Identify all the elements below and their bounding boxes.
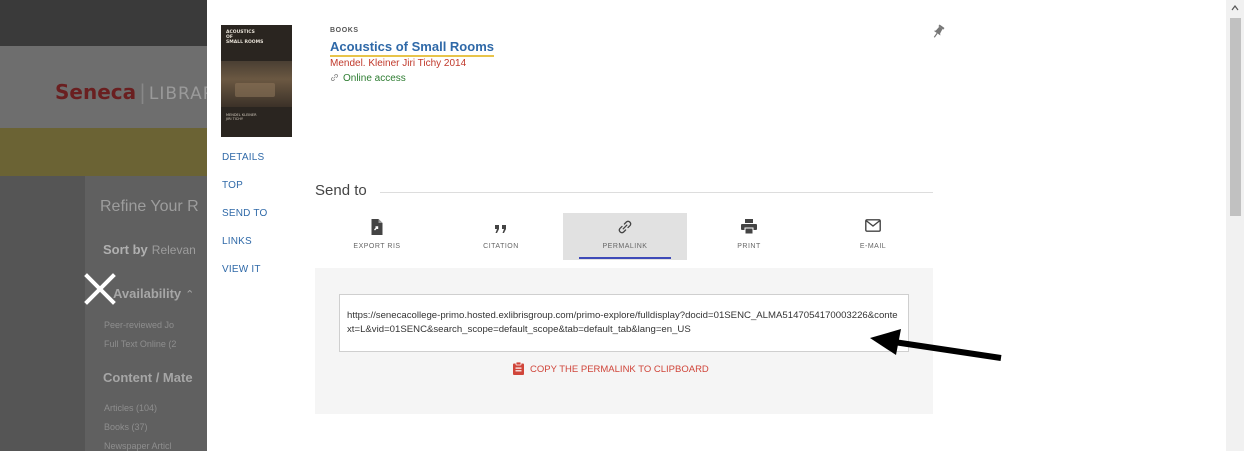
scrollbar-thumb[interactable] [1230,18,1241,216]
logo-library: LIBRARI [148,84,207,104]
cover-authors: MENDEL KLEINER JIRI TICHY [226,113,257,121]
record-title[interactable]: Acoustics of Small Rooms [330,39,494,57]
background-top-bar [0,0,207,46]
clipboard-icon [513,361,524,378]
link-icon [330,73,339,85]
tab-citation[interactable]: CITATION [439,213,563,260]
facet-item: Peer-reviewed Jo [104,320,175,330]
logo-brand: Seneca [55,80,137,104]
close-icon[interactable] [82,271,118,307]
export-ris-icon [371,219,384,240]
logo-separator: | [139,80,146,104]
tab-label: EXPORT RIS [353,243,401,250]
background-search-bar [0,128,207,176]
sort-by: Sort by Relevan [103,242,196,257]
online-access-link[interactable]: Online access [330,73,406,85]
copy-permalink-button[interactable]: COPY THE PERMALINK TO CLIPBOARD [513,361,709,378]
printer-icon [741,219,757,239]
availability-label: Availability [113,286,182,301]
record-author: Mendel. Kleiner Jiri Tichy 2014 [330,58,467,69]
tab-export-ris[interactable]: EXPORT RIS [315,213,439,260]
tab-label: CITATION [483,243,519,250]
availability-heading: Availability ⌃ [113,286,194,301]
tab-print[interactable]: PRINT [687,213,811,260]
tab-email[interactable]: E-MAIL [811,213,935,260]
tab-label: E-MAIL [859,243,887,250]
cover-image [221,61,292,107]
background-overlay: Seneca|LIBRARI Refine Your R Sort byRele… [0,0,207,451]
tab-label: PERMALINK [602,243,648,250]
cover-title: ACOUSTICS OF SMALL ROOMS [226,30,264,45]
nav-send-to[interactable]: SEND TO [222,208,268,219]
arrow-annotation [870,329,1002,361]
nav-view-it[interactable]: VIEW IT [222,264,261,275]
facet-item: Full Text Online (2 [104,339,177,349]
nav-details[interactable]: DETAILS [222,152,264,163]
send-to-heading: Send to [315,182,367,199]
facet-item: Newspaper Articl [104,441,172,451]
envelope-icon [865,219,881,237]
facet-item: Books (37) [104,422,148,432]
record-type: BOOKS [330,27,359,34]
active-tab-indicator [579,257,671,259]
send-to-divider [380,192,933,193]
nav-links[interactable]: LINKS [222,236,252,247]
nav-top[interactable]: TOP [222,180,243,191]
tab-permalink[interactable]: PERMALINK [563,213,687,260]
quote-icon [494,221,508,239]
content-type-heading: Content / Mate [103,370,193,385]
sort-label: Sort by [103,242,148,257]
permalink-text[interactable]: https://senecacollege-primo.hosted.exlib… [339,294,909,352]
refine-heading: Refine Your R [100,198,199,215]
sort-value: Relevan [151,243,196,257]
pin-icon[interactable] [931,24,945,40]
title-underline [330,55,494,57]
scroll-up-icon[interactable] [1226,0,1244,16]
link-icon [617,219,633,240]
facet-item: Articles (104) [104,403,158,413]
library-logo: Seneca|LIBRARI [55,80,207,104]
tab-label: PRINT [737,243,761,250]
book-cover[interactable]: ACOUSTICS OF SMALL ROOMS MENDEL KLEINER … [221,25,292,137]
chevron-up-icon: ⌃ [185,289,195,301]
